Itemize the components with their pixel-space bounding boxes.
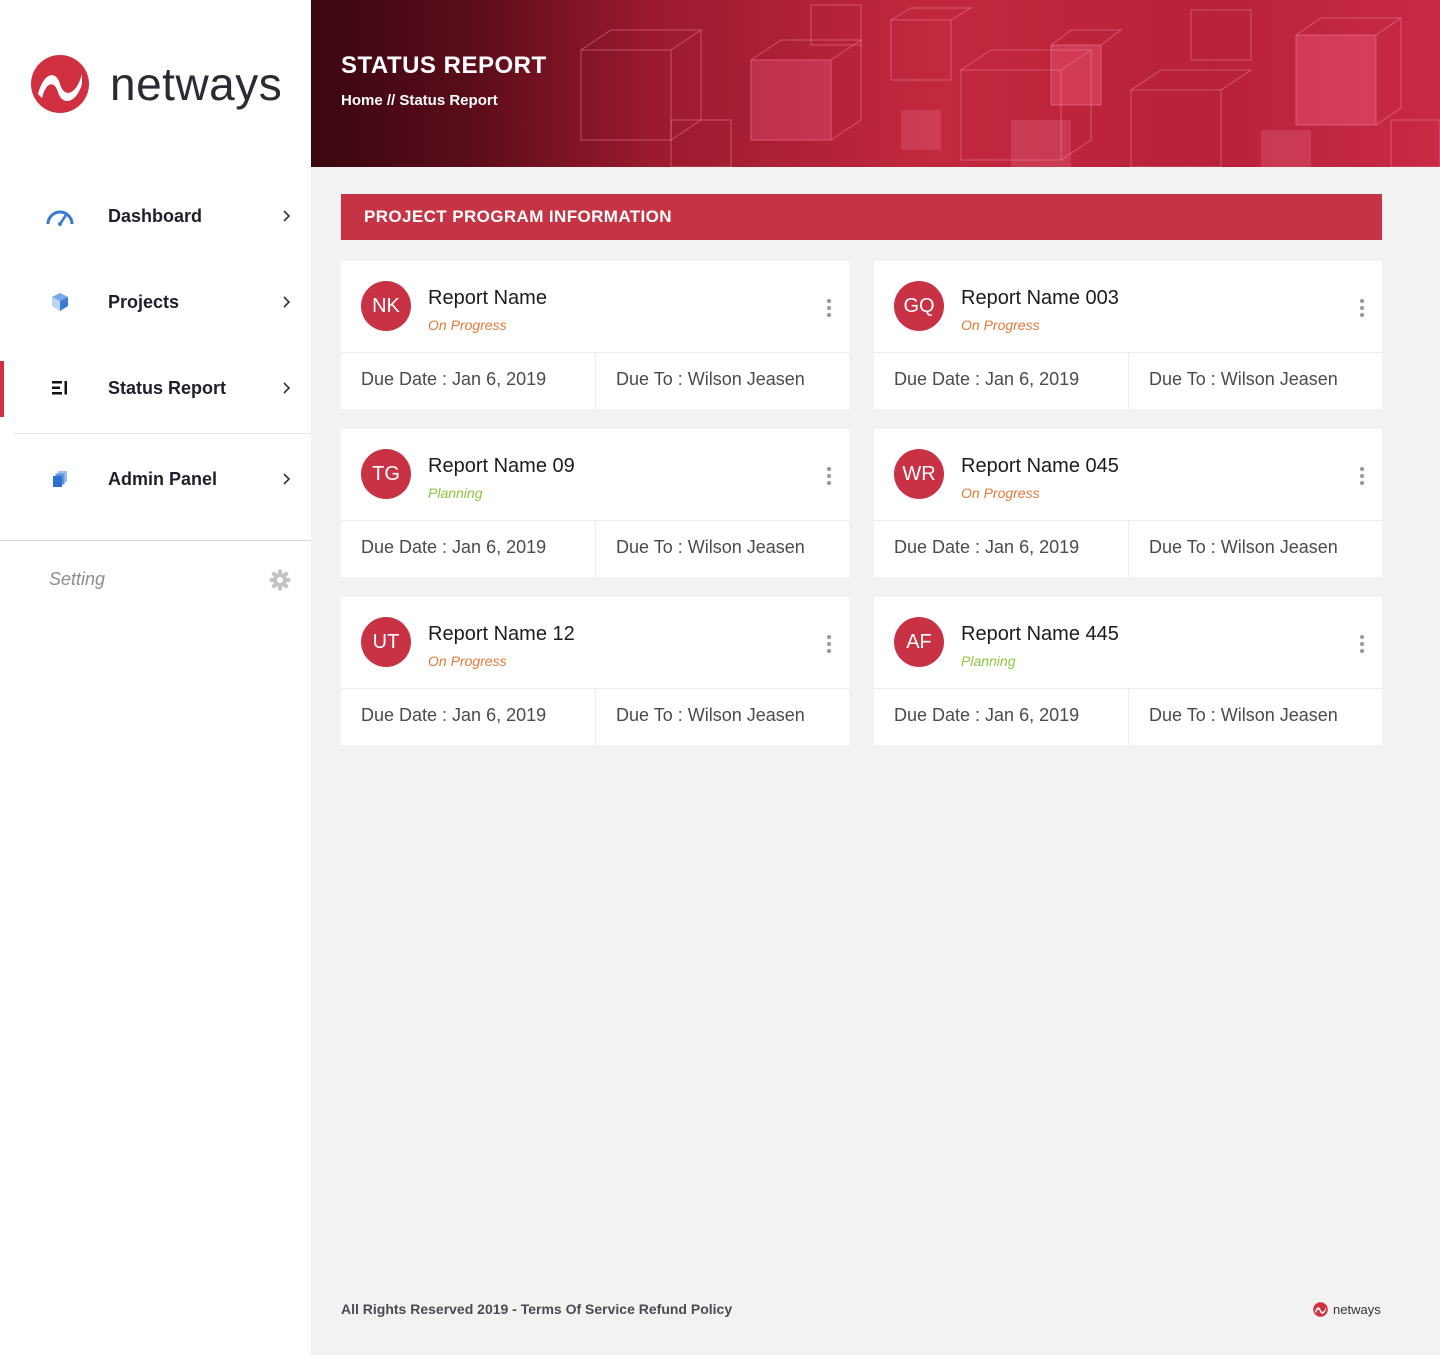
report-title[interactable]: Report Name 003 — [961, 287, 1119, 310]
footer-brand-name: netways — [1333, 1302, 1381, 1317]
due-to: Due To : Wilson Jeasen — [616, 705, 805, 725]
report-card[interactable]: GQ Report Name 003 On Progress Due Date … — [874, 261, 1382, 409]
report-card[interactable]: TG Report Name 09 Planning Due Date : Ja… — [341, 429, 849, 577]
brand-logo[interactable]: netways — [30, 54, 282, 114]
page-header-banner: STATUS REPORT Home // Status Report — [311, 0, 1440, 167]
due-date: Due Date : Jan 6, 2019 — [894, 369, 1080, 389]
netways-logo-icon — [1313, 1302, 1328, 1317]
gear-icon[interactable] — [268, 568, 292, 592]
due-date: Due Date : Jan 6, 2019 — [361, 369, 547, 389]
sidebar-item-dashboard[interactable]: Dashboard — [0, 173, 311, 259]
nav-divider — [14, 433, 311, 434]
due-to: Due To : Wilson Jeasen — [616, 537, 805, 557]
cubes-background-image — [580, 4, 1440, 167]
netways-logo-icon — [31, 55, 89, 113]
due-date: Due Date : Jan 6, 2019 — [894, 705, 1080, 725]
dashboard-gauge-icon — [44, 200, 76, 232]
sidebar-nav: Dashboard Projects Status Report Admin P… — [0, 173, 311, 522]
card-divider — [1128, 521, 1129, 577]
card-divider — [1128, 689, 1129, 745]
chevron-right-icon — [280, 209, 294, 223]
setting-link[interactable]: Setting — [49, 569, 105, 590]
more-vertical-icon[interactable] — [825, 298, 833, 318]
report-title[interactable]: Report Name 12 — [428, 623, 575, 646]
sidebar-item-admin-panel[interactable]: Admin Panel — [0, 436, 311, 522]
card-divider — [1128, 353, 1129, 409]
due-to: Due To : Wilson Jeasen — [1149, 369, 1338, 389]
due-date: Due Date : Jan 6, 2019 — [894, 537, 1080, 557]
report-card[interactable]: AF Report Name 445 Planning Due Date : J… — [874, 597, 1382, 745]
sidebar-item-label: Projects — [108, 291, 180, 312]
list-icon — [44, 372, 76, 404]
sidebar-divider — [0, 540, 311, 541]
sidebar-item-status-report[interactable]: Status Report — [0, 345, 311, 431]
more-vertical-icon[interactable] — [825, 634, 833, 654]
status-label: Planning — [428, 485, 483, 501]
chevron-right-icon — [280, 295, 294, 309]
status-label: On Progress — [961, 317, 1040, 333]
card-divider — [595, 521, 596, 577]
footer-brand: netways — [1313, 1302, 1381, 1317]
avatar: WR — [894, 449, 944, 499]
due-date: Due Date : Jan 6, 2019 — [361, 537, 547, 557]
report-title[interactable]: Report Name — [428, 287, 547, 310]
sidebar-item-label: Admin Panel — [108, 468, 218, 489]
card-divider — [595, 689, 596, 745]
status-label: On Progress — [428, 317, 507, 333]
due-to: Due To : Wilson Jeasen — [1149, 537, 1338, 557]
sidebar: netways Dashboard Projects Status Report… — [0, 0, 311, 1355]
brand-name: netways — [110, 58, 283, 110]
report-title[interactable]: Report Name 445 — [961, 623, 1119, 646]
more-vertical-icon[interactable] — [1358, 634, 1366, 654]
sidebar-item-label: Status Report — [108, 377, 227, 398]
section-title: PROJECT PROGRAM INFORMATION — [341, 194, 1382, 240]
report-card[interactable]: UT Report Name 12 On Progress Due Date :… — [341, 597, 849, 745]
report-card[interactable]: WR Report Name 045 On Progress Due Date … — [874, 429, 1382, 577]
avatar: GQ — [894, 281, 944, 331]
avatar: UT — [361, 617, 411, 667]
status-label: Planning — [961, 653, 1016, 669]
breadcrumb[interactable]: Home // Status Report — [341, 92, 498, 109]
page-title: STATUS REPORT — [341, 52, 547, 79]
report-title[interactable]: Report Name 045 — [961, 455, 1119, 478]
due-to: Due To : Wilson Jeasen — [616, 369, 805, 389]
chevron-right-icon — [280, 472, 294, 486]
chevron-right-icon — [280, 381, 294, 395]
avatar: NK — [361, 281, 411, 331]
due-date: Due Date : Jan 6, 2019 — [361, 705, 547, 725]
more-vertical-icon[interactable] — [825, 466, 833, 486]
sidebar-item-projects[interactable]: Projects — [0, 259, 311, 345]
avatar: AF — [894, 617, 944, 667]
report-card[interactable]: NK Report Name On Progress Due Date : Ja… — [341, 261, 849, 409]
status-label: On Progress — [961, 485, 1040, 501]
cube-icon — [44, 286, 76, 318]
more-vertical-icon[interactable] — [1358, 298, 1366, 318]
stacked-pages-icon — [44, 463, 76, 495]
report-title[interactable]: Report Name 09 — [428, 455, 575, 478]
avatar: TG — [361, 449, 411, 499]
more-vertical-icon[interactable] — [1358, 466, 1366, 486]
due-to: Due To : Wilson Jeasen — [1149, 705, 1338, 725]
status-label: On Progress — [428, 653, 507, 669]
sidebar-item-label: Dashboard — [108, 205, 203, 226]
card-divider — [595, 353, 596, 409]
footer-links[interactable]: All Rights Reserved 2019 - Terms Of Serv… — [341, 1301, 732, 1317]
